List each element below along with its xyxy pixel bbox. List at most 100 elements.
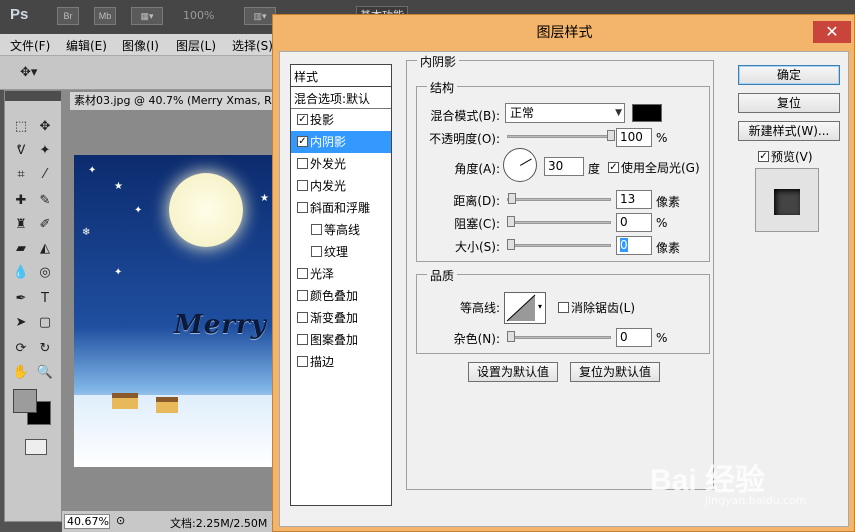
bridge-button[interactable]: Br — [57, 7, 79, 25]
close-icon[interactable]: ✕ — [813, 21, 851, 43]
zoom-tool-icon[interactable]: 🔍 — [35, 363, 55, 383]
path-select-icon[interactable]: ➤ — [11, 313, 31, 333]
checkbox[interactable] — [758, 151, 769, 162]
menu-file[interactable]: 文件(F) — [10, 37, 50, 54]
slider-thumb[interactable] — [607, 130, 615, 141]
blur-tool-icon[interactable]: 💧 — [11, 263, 31, 283]
style-item[interactable]: 颜色叠加 — [291, 285, 391, 307]
paint-bucket-icon[interactable]: ◭ — [35, 239, 55, 259]
checkbox[interactable] — [297, 312, 308, 323]
angle-dial[interactable] — [503, 148, 537, 182]
style-item-label: 等高线 — [324, 223, 361, 237]
ok-button[interactable]: 确定 — [738, 65, 840, 85]
antialias-checkbox[interactable]: 消除锯齿(L) — [558, 299, 635, 316]
healing-brush-icon[interactable]: ✚ — [11, 191, 31, 211]
style-item[interactable]: 图案叠加 — [291, 329, 391, 351]
shape-tool-icon[interactable]: ▢ — [35, 313, 55, 333]
foreground-color-swatch[interactable] — [13, 389, 37, 413]
menu-edit[interactable]: 编辑(E) — [66, 37, 107, 54]
set-default-button[interactable]: 设置为默认值 — [468, 362, 558, 382]
move-tool-icon[interactable]: ✥ — [35, 117, 55, 137]
magic-wand-icon[interactable]: ✦ — [35, 141, 55, 161]
style-item[interactable]: 描边 — [291, 351, 391, 373]
zoom-level-top[interactable]: 100% — [183, 9, 214, 22]
contour-picker[interactable]: ▾ — [504, 292, 546, 324]
checkbox[interactable] — [297, 158, 308, 169]
noise-slider[interactable] — [507, 330, 611, 344]
3d-orbit-icon[interactable]: ↻ — [35, 339, 55, 359]
pen-tool-icon[interactable]: ✒ — [11, 289, 31, 309]
style-item[interactable]: 斜面和浮雕 — [291, 197, 391, 219]
checkbox[interactable] — [297, 136, 308, 147]
opacity-input[interactable]: 100 — [616, 128, 652, 147]
opacity-slider[interactable] — [507, 129, 615, 143]
reset-default-button[interactable]: 复位为默认值 — [570, 362, 660, 382]
global-light-checkbox[interactable]: 使用全局光(G) — [608, 159, 700, 176]
stamp-tool-icon[interactable]: ♜ — [11, 215, 31, 235]
dodge-tool-icon[interactable]: ◎ — [35, 263, 55, 283]
lasso-tool-icon[interactable]: ᕓ — [11, 141, 31, 161]
distance-slider[interactable] — [507, 192, 611, 206]
blend-mode-select[interactable]: 正常 ▼ — [505, 103, 625, 123]
menu-image[interactable]: 图像(I) — [122, 37, 159, 54]
checkbox[interactable] — [297, 180, 308, 191]
size-slider[interactable] — [507, 238, 611, 252]
style-item[interactable]: 光泽 — [291, 263, 391, 285]
style-item[interactable]: 纹理 — [291, 241, 391, 263]
checkbox[interactable] — [297, 268, 308, 279]
checkbox[interactable] — [311, 246, 322, 257]
style-item[interactable]: 等高线 — [291, 219, 391, 241]
slider-thumb[interactable] — [507, 239, 515, 250]
checkbox[interactable] — [297, 334, 308, 345]
tools-panel-header[interactable] — [5, 91, 61, 101]
crop-tool-icon[interactable]: ⌗ — [11, 165, 31, 185]
checkbox[interactable] — [558, 302, 569, 313]
choke-slider[interactable] — [507, 215, 611, 229]
style-item[interactable]: 内阴影 — [291, 131, 391, 153]
checkbox[interactable] — [297, 202, 308, 213]
slider-thumb[interactable] — [508, 193, 517, 204]
preview-checkbox[interactable]: 预览(V) — [758, 148, 813, 165]
noise-input[interactable]: 0 — [616, 328, 652, 347]
new-style-button[interactable]: 新建样式(W)... — [738, 121, 840, 141]
move-tool-icon[interactable]: ✥▾ — [20, 65, 37, 80]
eyedropper-icon[interactable]: ⁄ — [35, 165, 55, 185]
eraser-tool-icon[interactable]: ▰ — [11, 239, 31, 259]
distance-input[interactable]: 13 — [616, 190, 652, 209]
menu-layer[interactable]: 图层(L) — [176, 37, 216, 54]
angle-input[interactable]: 30 — [544, 157, 584, 176]
choke-input[interactable]: 0 — [616, 213, 652, 232]
checkbox[interactable] — [311, 224, 322, 235]
marquee-tool-icon[interactable]: ⬚ — [11, 117, 31, 137]
type-tool-icon[interactable]: T — [35, 289, 55, 309]
checkbox[interactable] — [608, 162, 619, 173]
slider-thumb[interactable] — [507, 216, 515, 227]
status-icon[interactable]: ⊙ — [116, 514, 125, 527]
document-tab[interactable]: 素材03.jpg @ 40.7% (Merry Xmas, RG — [70, 92, 280, 110]
reset-button[interactable]: 复位 — [738, 93, 840, 113]
style-item[interactable]: 内发光 — [291, 175, 391, 197]
distance-label: 距离(D): — [453, 194, 500, 208]
opacity-value: 100 — [620, 130, 643, 144]
3d-rotate-icon[interactable]: ⟳ — [11, 339, 31, 359]
checkbox[interactable] — [297, 114, 308, 125]
checkbox[interactable] — [297, 290, 308, 301]
history-brush-icon[interactable]: ✐ — [35, 215, 55, 235]
mini-bridge-button[interactable]: Mb — [94, 7, 116, 25]
hand-tool-icon[interactable]: ✋ — [11, 363, 31, 383]
size-input[interactable]: 0 — [616, 236, 652, 255]
style-item[interactable]: 渐变叠加 — [291, 307, 391, 329]
style-list-header[interactable]: 样式 — [291, 65, 391, 87]
shadow-color-swatch[interactable] — [632, 104, 662, 122]
checkbox[interactable] — [297, 356, 308, 367]
document-canvas[interactable]: ✦ ★ ✦ ★ ❄ ✦ Merry — [74, 155, 280, 467]
style-item[interactable]: 外发光 — [291, 153, 391, 175]
slider-thumb[interactable] — [507, 331, 515, 342]
status-zoom[interactable]: 40.67% — [64, 514, 110, 529]
view-extras-button[interactable]: ▦▾ — [131, 7, 163, 25]
brush-tool-icon[interactable]: ✎ — [35, 191, 55, 211]
blending-options[interactable]: 混合选项:默认 — [291, 87, 391, 109]
menu-select[interactable]: 选择(S) — [232, 37, 273, 54]
quick-mask-button[interactable] — [25, 439, 47, 455]
style-item[interactable]: 投影 — [291, 109, 391, 131]
